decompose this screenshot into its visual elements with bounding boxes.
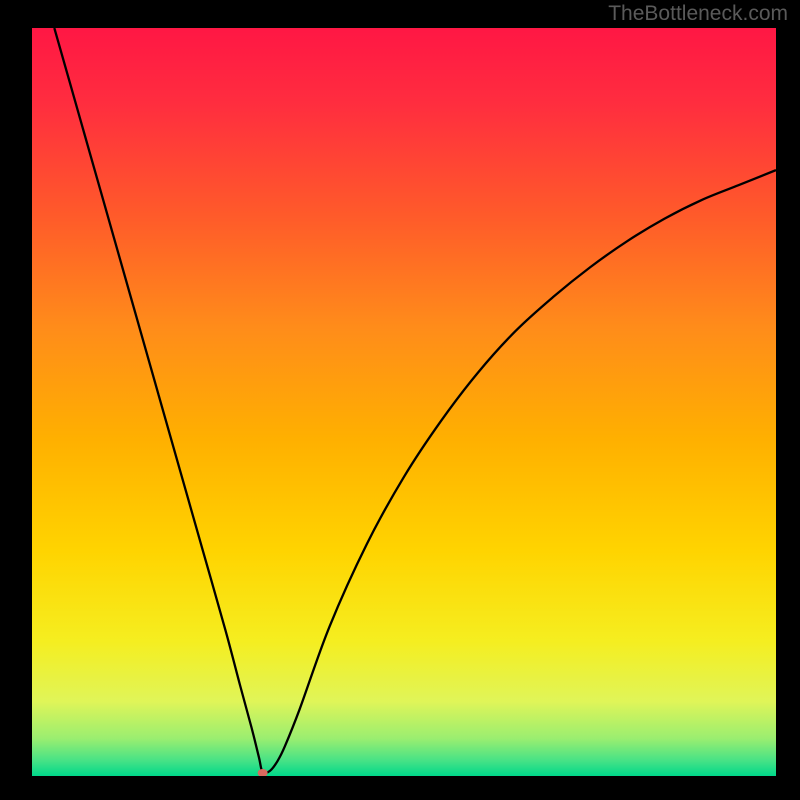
watermark-text: TheBottleneck.com [608, 2, 788, 26]
chart-container: TheBottleneck.com [0, 0, 800, 800]
bottleneck-chart [32, 28, 776, 776]
plot-area [32, 28, 776, 776]
gradient-background [32, 28, 776, 776]
